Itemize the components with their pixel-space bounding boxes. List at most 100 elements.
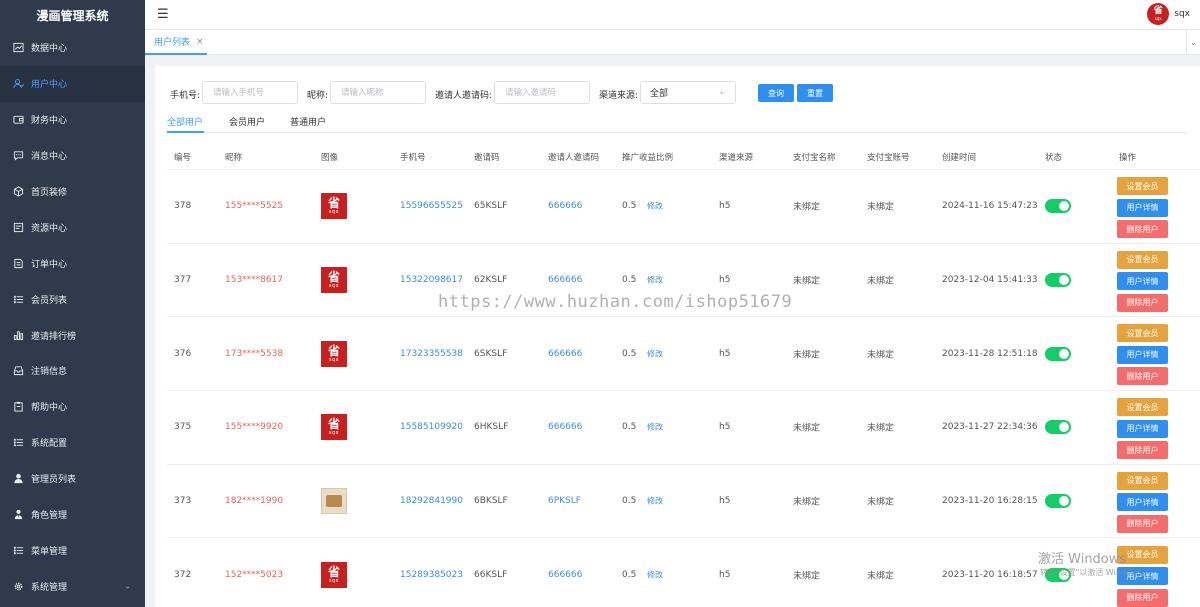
edit-ratio-link[interactable]: 修改: [647, 348, 663, 359]
folder-icon: [12, 221, 24, 233]
inviter-code-link[interactable]: 666666: [548, 349, 582, 359]
chevron-down-icon[interactable]: ⌄: [1186, 30, 1200, 55]
sidebar-item[interactable]: 会员列表: [0, 281, 145, 317]
edit-ratio-link[interactable]: 修改: [647, 569, 663, 580]
cube-icon: [12, 186, 24, 198]
sidebar-item-label: 用户中心: [31, 80, 68, 91]
avatar[interactable]: 省 sqx: [1147, 3, 1170, 25]
phone-link[interactable]: 17323355538: [400, 349, 463, 359]
status-toggle[interactable]: [1045, 273, 1071, 288]
sidebar-item[interactable]: 角色管理: [0, 497, 145, 533]
search-button[interactable]: 查询: [758, 84, 794, 102]
edit-ratio-link[interactable]: 修改: [647, 496, 663, 507]
hamburger-icon[interactable]: ☰: [157, 8, 169, 21]
delete-user-button[interactable]: 删除用户: [1117, 441, 1168, 460]
phone-link[interactable]: 18292841990: [400, 496, 463, 506]
column-header: 操作: [1119, 153, 1137, 163]
sidebar-item[interactable]: 系统配置: [0, 425, 145, 461]
invite-code-input[interactable]: [494, 81, 590, 104]
ratio-value: 0.5: [622, 422, 637, 433]
sidebar-item[interactable]: 注销信息: [0, 353, 145, 389]
sidebar-item[interactable]: 订单中心: [0, 245, 145, 281]
set-vip-button[interactable]: 设置会员: [1117, 398, 1168, 417]
tab-normal-users[interactable]: 普通用户: [290, 115, 326, 128]
sidebar-item[interactable]: 消息中心: [0, 138, 145, 174]
inviter-code-link[interactable]: 666666: [548, 570, 582, 580]
user-detail-button[interactable]: 用户详情: [1117, 419, 1168, 438]
status-toggle[interactable]: [1045, 494, 1071, 509]
phone-link[interactable]: 15596655525: [400, 201, 463, 211]
sidebar-item[interactable]: 财务中心: [0, 102, 145, 138]
sidebar-item[interactable]: 资源中心: [0, 209, 145, 245]
user-menu[interactable]: 省 sqx sqx: [1147, 3, 1190, 25]
phone-link[interactable]: 15322098617: [400, 275, 463, 285]
user-id: 378: [174, 201, 192, 212]
delete-user-button[interactable]: 删除用户: [1117, 514, 1168, 533]
tab-vip-users[interactable]: 会员用户: [229, 115, 265, 128]
nickname-input[interactable]: [330, 81, 426, 104]
inviter-code-link[interactable]: 666666: [548, 422, 582, 432]
column-header: 创建时间: [942, 153, 977, 163]
delete-user-button[interactable]: 删除用户: [1117, 367, 1168, 386]
phone-link[interactable]: 15289385023: [400, 570, 463, 580]
channel-select[interactable]: 全部 ⌄: [640, 81, 736, 104]
sidebar-item[interactable]: 数据中心: [0, 30, 145, 66]
set-vip-button[interactable]: 设置会员: [1117, 177, 1168, 195]
set-vip-button[interactable]: 设置会员: [1117, 324, 1168, 343]
inviter-code-link[interactable]: 6PKSLF: [548, 496, 581, 506]
user-detail-button[interactable]: 用户详情: [1117, 493, 1168, 512]
status-toggle[interactable]: [1045, 346, 1071, 361]
edit-ratio-link[interactable]: 修改: [647, 201, 663, 212]
sidebar-item[interactable]: 首页装修: [0, 174, 145, 210]
set-vip-button[interactable]: 设置会员: [1117, 471, 1168, 490]
sidebar-item[interactable]: 帮助中心: [0, 389, 145, 425]
set-vip-button[interactable]: 设置会员: [1117, 250, 1168, 269]
user-detail-button[interactable]: 用户详情: [1117, 198, 1168, 217]
column-header: 推广收益比例: [622, 153, 674, 163]
status-toggle[interactable]: [1045, 199, 1071, 214]
nickname: 155****5525: [225, 201, 284, 212]
delete-user-button[interactable]: 删除用户: [1117, 588, 1168, 607]
close-icon[interactable]: ×: [196, 37, 204, 47]
channel: h5: [719, 422, 731, 433]
tab-all-users[interactable]: 全部用户: [167, 115, 203, 128]
reset-button[interactable]: 重置: [797, 84, 833, 102]
sidebar-item[interactable]: 管理员列表: [0, 461, 145, 497]
sidebar-item[interactable]: 邀请排行榜: [0, 317, 145, 353]
nickname: 153****8617: [225, 275, 284, 286]
edit-ratio-link[interactable]: 修改: [647, 275, 663, 286]
sidebar-item[interactable]: 菜单管理: [0, 532, 145, 568]
edit-ratio-link[interactable]: 修改: [647, 422, 663, 433]
sidebar-item-label: 注销信息: [31, 367, 68, 378]
sidebar-item-label: 会员列表: [31, 295, 68, 306]
sidebar-item-label: 首页装修: [31, 188, 68, 198]
column-header: 支付宝账号: [867, 153, 910, 163]
inviter-code-link[interactable]: 666666: [548, 275, 582, 285]
sidebar-item[interactable]: 系统管理 ⌄: [0, 568, 145, 604]
ratio-value: 0.5: [622, 275, 637, 286]
username[interactable]: sqx: [1174, 9, 1190, 19]
alipay-account: 未绑定: [867, 350, 895, 361]
sidebar-item-label: 消息中心: [31, 152, 68, 163]
user-id: 376: [174, 348, 192, 359]
sidebar-item[interactable]: 用户中心: [0, 65, 145, 102]
sidebar-item-label: 管理员列表: [31, 475, 77, 486]
nickname: 155****9920: [225, 422, 284, 433]
sidebar-item-label: 订单中心: [31, 259, 68, 270]
chevron-down-icon: ⌄: [124, 581, 131, 591]
delete-user-button[interactable]: 删除用户: [1117, 293, 1168, 312]
user-detail-button[interactable]: 用户详情: [1117, 345, 1168, 364]
phone-link[interactable]: 15585109920: [400, 422, 463, 432]
tab-user-list[interactable]: 用户列表 ×: [145, 30, 207, 55]
table-row: 373 182****1990 18292841990 6BKSLF 6PKSLF 0.5…: [167, 465, 1200, 539]
sidebar-item-label: 资源中心: [31, 223, 68, 234]
inviter-code-link[interactable]: 666666: [548, 201, 582, 211]
alipay-name: 未绑定: [793, 423, 821, 434]
phone-input[interactable]: [202, 81, 298, 104]
user-icon: [12, 78, 24, 90]
delete-user-button[interactable]: 删除用户: [1117, 220, 1168, 238]
sidebar-item-label: 菜单管理: [31, 546, 68, 557]
status-toggle[interactable]: [1045, 420, 1071, 435]
table-row: 375 155****9920 省 sqx 15585109920 6HKSLF 66666…: [167, 391, 1200, 465]
user-detail-button[interactable]: 用户详情: [1117, 272, 1168, 291]
